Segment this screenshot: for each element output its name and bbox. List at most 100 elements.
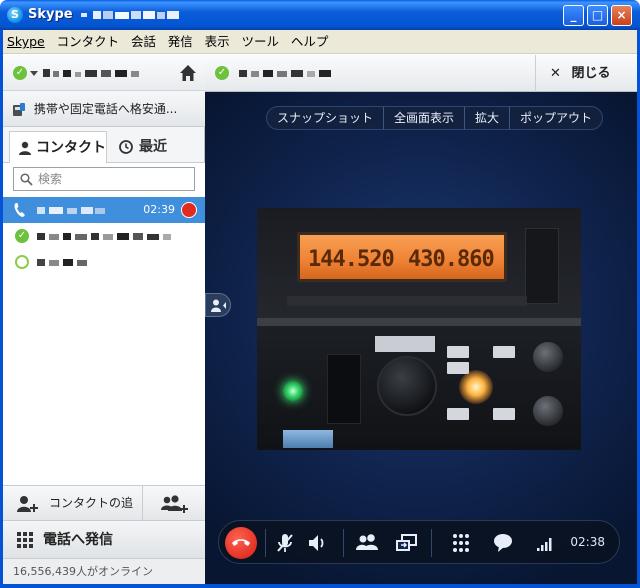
menu-help[interactable]: ヘルプ — [287, 30, 333, 54]
window-title-user-pixelated — [81, 10, 180, 19]
online-status-icon[interactable]: ✓ — [13, 66, 27, 80]
contact-row[interactable]: ✓ — [3, 223, 205, 249]
hangup-mini-icon[interactable] — [181, 202, 197, 218]
video-toolbar: スナップショット 全画面表示 拡大 ポップアウト — [266, 106, 604, 130]
tab-contacts-label: コンタクト — [36, 140, 106, 156]
add-people-icon[interactable] — [353, 529, 381, 557]
add-person-icon — [17, 496, 38, 512]
radio-mini-button — [447, 408, 469, 420]
lcd-right-frequency: 430.860 — [408, 247, 495, 272]
radio-divider — [257, 318, 581, 326]
maximize-button[interactable]: □ — [587, 5, 608, 26]
search-input[interactable] — [38, 171, 188, 187]
create-group-button[interactable] — [143, 486, 205, 521]
call-quality-signal-icon[interactable] — [531, 529, 559, 557]
video-call-area: スナップショット全画面表示拡大ポップアウト 144.520 430.860 — [205, 92, 637, 584]
home-icon[interactable] — [179, 64, 197, 82]
menu-contacts[interactable]: コンタクト — [53, 30, 124, 54]
clock-icon — [119, 140, 133, 154]
participant-arrow-icon — [211, 299, 226, 312]
keypad-icon — [17, 532, 33, 548]
search-box — [13, 167, 195, 191]
close-window-button[interactable]: × — [611, 5, 632, 26]
menu-bar: Skype コンタクト 会話 発信 表示 ツール ヘルプ — [3, 30, 637, 54]
remote-video-feed: 144.520 430.860 — [257, 208, 581, 450]
phone-handset-icon — [13, 102, 25, 116]
online-count: 16,556,439人がオンライン — [3, 559, 205, 584]
contact-name-pixelated — [37, 207, 105, 214]
title-bar[interactable]: S Skype _ □ × — [0, 0, 640, 30]
separator — [265, 529, 266, 557]
offline-status-icon — [15, 255, 29, 269]
amber-indicator-light — [459, 370, 493, 404]
skype-logo-icon: S — [7, 7, 23, 23]
fullscreen-button[interactable]: 全画面表示 — [384, 107, 466, 129]
online-status-icon: ✓ — [15, 229, 29, 243]
zoom-button[interactable]: 拡大 — [465, 107, 511, 129]
dialpad-icon[interactable] — [447, 529, 475, 557]
radio-mini-button — [447, 346, 469, 358]
radio-front-panel-bottom — [257, 326, 581, 450]
online-status-icon: ✓ — [215, 66, 229, 80]
active-call-phone-icon — [14, 203, 25, 217]
add-contact-button[interactable]: コンタクトの追加 — [3, 486, 143, 545]
radio-small-knob — [533, 342, 563, 372]
tab-recent[interactable]: 最近 — [113, 131, 167, 163]
tab-recent-label: 最近 — [139, 139, 167, 155]
tab-contacts[interactable]: コンタクト — [9, 131, 107, 163]
dial-phone-button[interactable]: 電話へ発信 — [3, 521, 205, 559]
hangup-phone-icon — [232, 539, 250, 546]
radio-small-knob — [533, 396, 563, 426]
add-group-icon — [161, 495, 188, 513]
close-conversation-label: 閉じる — [571, 66, 611, 81]
person-icon — [19, 141, 31, 155]
search-icon — [20, 173, 33, 186]
mute-microphone-icon[interactable] — [271, 529, 299, 557]
menu-skype[interactable]: Skype — [3, 30, 49, 54]
contact-name-pixelated — [37, 259, 87, 266]
close-icon: ✕ — [550, 66, 561, 81]
dial-phone-label: 電話へ発信 — [43, 532, 113, 548]
snapshot-button[interactable]: スナップショット — [267, 107, 385, 129]
radio-lcd-display: 144.520 430.860 — [297, 232, 507, 282]
profile-bar[interactable]: ✓ — [3, 55, 205, 91]
contacts-list: 02:39 ✓ — [3, 163, 205, 491]
radio-front-panel-top: 144.520 430.860 — [257, 208, 581, 318]
radio-speaker — [327, 354, 361, 424]
show-participants-handle[interactable] — [205, 293, 231, 317]
separator — [343, 529, 344, 557]
left-panel: ✓ 携帯や固定電話へ格安通... コンタクト 最近 検索 02:39 ✓ コンタ… — [3, 55, 205, 584]
menu-conversation[interactable]: 会話 — [127, 30, 160, 54]
profile-name-pixelated — [43, 69, 139, 77]
menu-view[interactable]: 表示 — [201, 30, 234, 54]
radio-blue-tag — [283, 430, 333, 448]
menu-tools[interactable]: ツール — [237, 30, 283, 54]
power-led-icon — [283, 381, 303, 401]
radio-main-knob — [377, 356, 437, 416]
chat-bubble-icon[interactable] — [489, 529, 517, 557]
status-dropdown-icon[interactable] — [30, 71, 38, 77]
call-duration: 02:38 — [570, 535, 605, 549]
window-title-app: Skype — [28, 7, 73, 22]
radio-mini-button — [493, 408, 515, 420]
active-call-time: 02:39 — [143, 203, 175, 216]
radio-label-plate — [375, 336, 435, 352]
close-conversation-button[interactable]: ✕ 閉じる — [535, 55, 627, 92]
window-frame-bottom — [0, 584, 640, 588]
minimize-button[interactable]: _ — [563, 5, 584, 26]
popout-button[interactable]: ポップアウト — [510, 107, 602, 129]
call-phones-promo[interactable]: 携帯や固定電話へ格安通... — [3, 91, 205, 127]
contact-name-pixelated — [37, 233, 171, 240]
hangup-button[interactable] — [225, 527, 257, 559]
menu-call[interactable]: 発信 — [164, 30, 197, 54]
contact-row[interactable] — [3, 249, 205, 275]
call-control-bar: 02:38 — [218, 520, 620, 564]
lcd-left-frequency: 144.520 — [308, 247, 395, 272]
share-screen-icon[interactable] — [393, 529, 421, 557]
radio-mini-button — [493, 346, 515, 358]
contact-row-active-call[interactable]: 02:39 — [3, 197, 205, 223]
conversation-header: ✓ ✕ 閉じる — [205, 55, 637, 92]
radio-button-strip — [287, 296, 527, 306]
contact-tabs: コンタクト 最近 — [3, 131, 205, 163]
speaker-volume-icon[interactable] — [303, 529, 331, 557]
